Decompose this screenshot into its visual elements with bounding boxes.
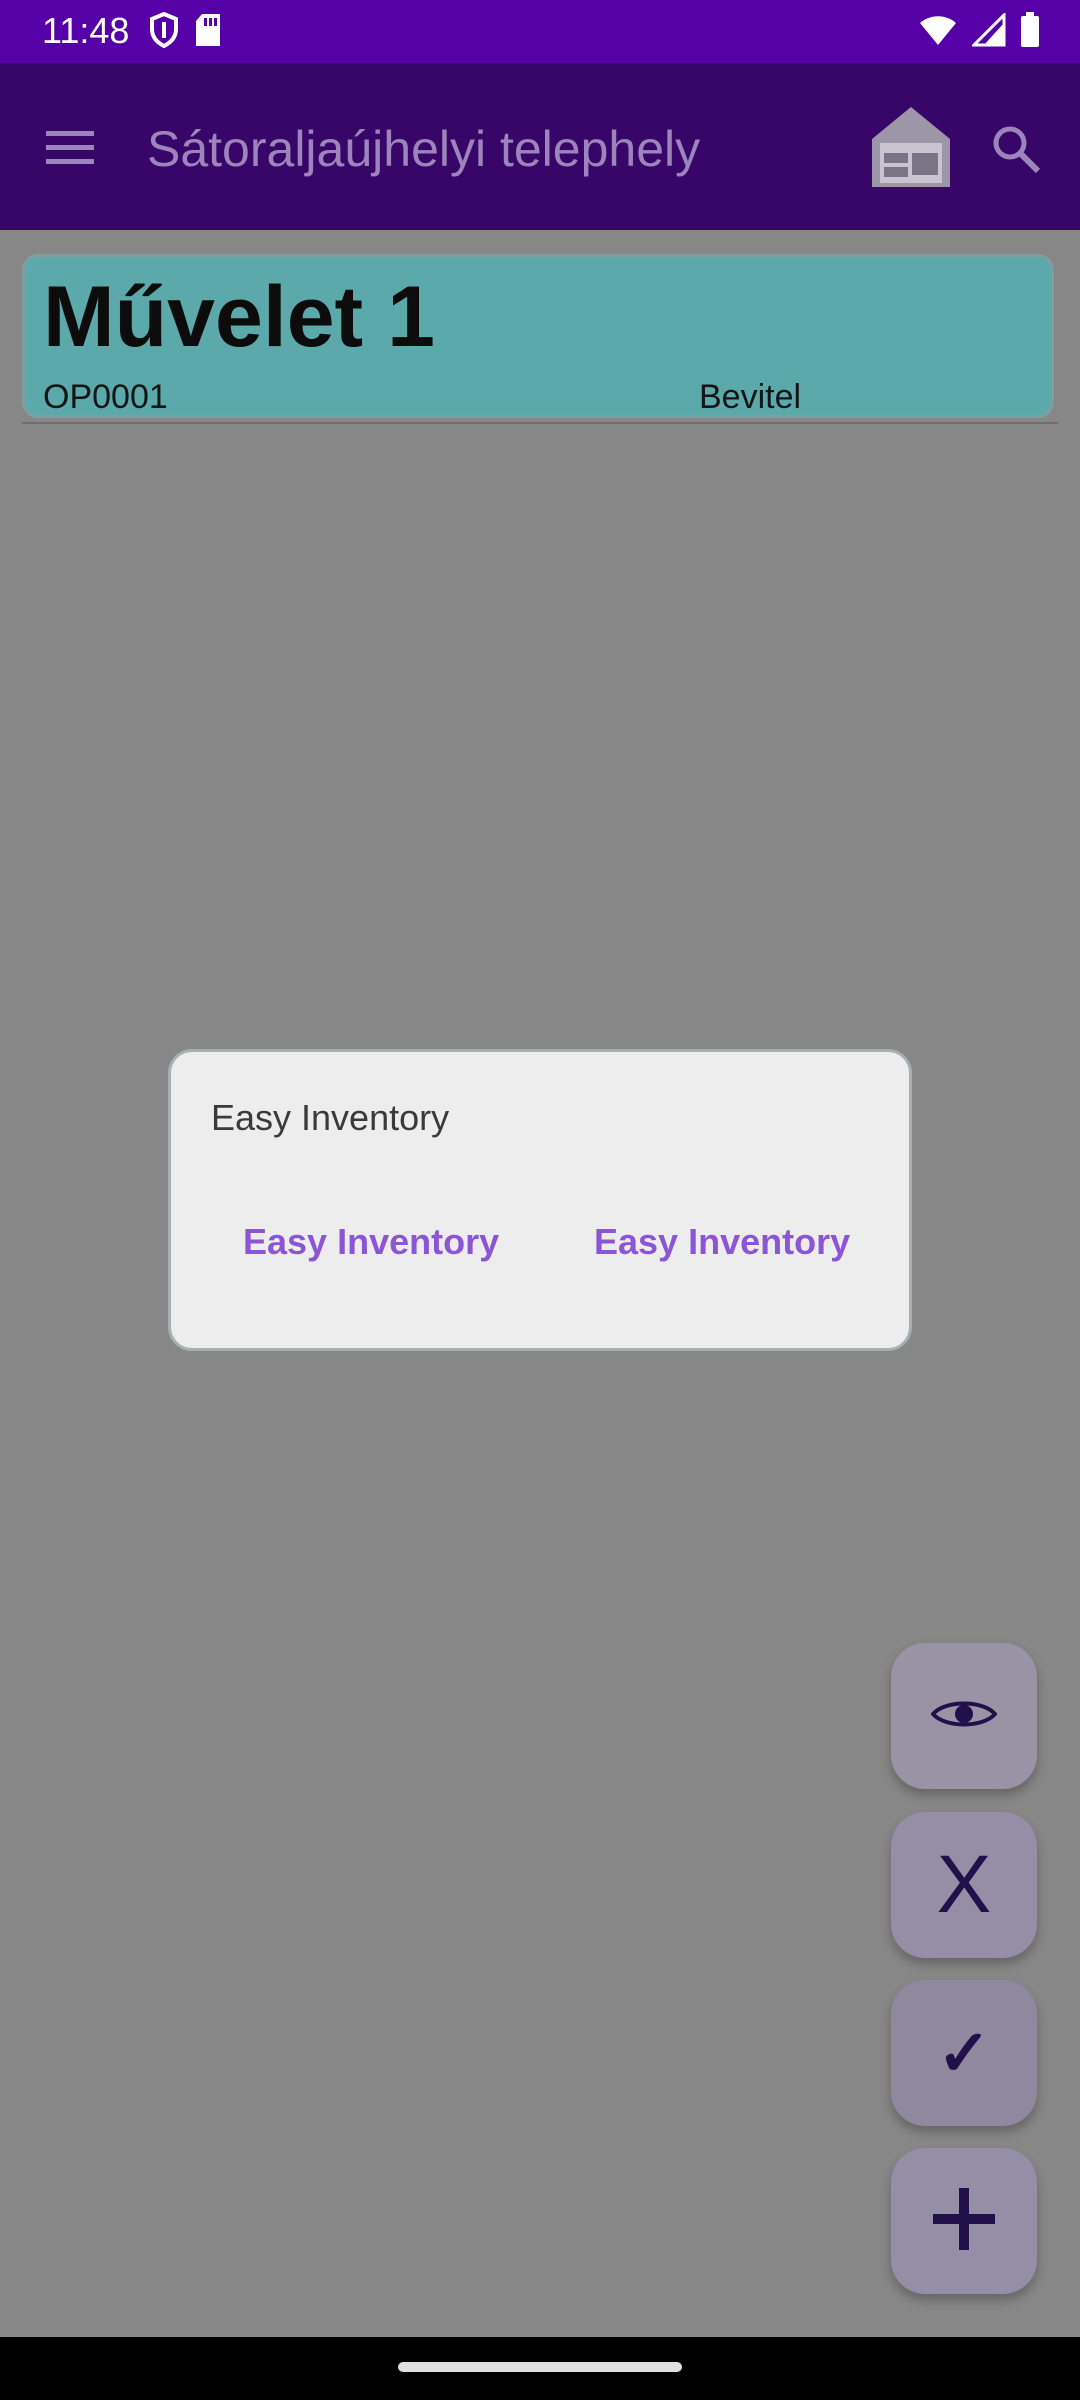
- list-divider: [22, 422, 1058, 424]
- status-left-icons: [148, 11, 222, 53]
- operation-type: Bevitel: [699, 378, 802, 416]
- view-button[interactable]: [891, 1643, 1037, 1789]
- search-icon[interactable]: [990, 123, 1042, 175]
- confirm-button[interactable]: ✓: [891, 1980, 1037, 2126]
- cancel-label: X: [936, 1839, 992, 1930]
- page-title: Sátoraljaújhelyi telephely: [147, 121, 701, 177]
- home-gesture-handle[interactable]: [398, 2362, 682, 2372]
- battery-icon: [1020, 12, 1040, 53]
- dialog-button-left[interactable]: Easy Inventory: [243, 1220, 499, 1264]
- add-button[interactable]: [891, 2148, 1037, 2294]
- operation-title: Művelet 1: [43, 269, 435, 365]
- status-right-icons: [918, 11, 1040, 53]
- confirm-label: ✓: [937, 2017, 991, 2089]
- operation-card[interactable]: Művelet 1 OP0001 Bevitel: [22, 254, 1054, 418]
- wifi-icon: [918, 13, 958, 52]
- app-bar: Sátoraljaújhelyi telephely: [0, 63, 1080, 230]
- signal-icon: [970, 11, 1006, 52]
- menu-icon[interactable]: [44, 125, 96, 169]
- plus-icon: [931, 2186, 997, 2257]
- sd-card-icon: [194, 12, 222, 53]
- dialog-button-right[interactable]: Easy Inventory: [594, 1220, 850, 1264]
- cancel-button[interactable]: X: [891, 1812, 1037, 1958]
- warehouse-icon[interactable]: [870, 103, 952, 187]
- status-time: 11:48: [42, 10, 130, 51]
- status-bar: 11:48: [0, 0, 1080, 63]
- eye-icon: [930, 1696, 998, 1737]
- operation-code: OP0001: [43, 378, 168, 416]
- dialog-title: Easy Inventory: [211, 1097, 450, 1138]
- shield-icon: [148, 11, 180, 53]
- dialog: Easy Inventory Easy Inventory Easy Inven…: [168, 1049, 912, 1351]
